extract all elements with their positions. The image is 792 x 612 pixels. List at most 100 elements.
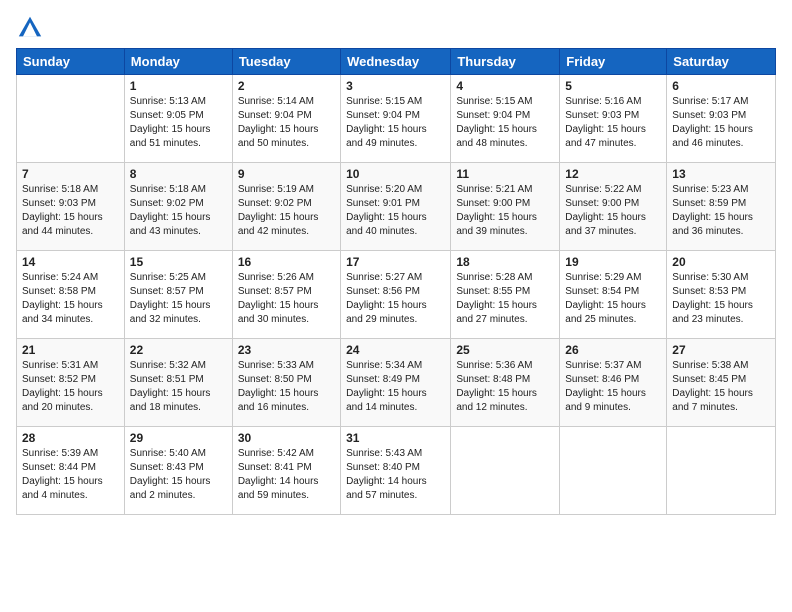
calendar-cell: 12 Sunrise: 5:22 AM Sunset: 9:00 PM Dayli… (560, 163, 667, 251)
calendar-cell (560, 427, 667, 515)
cell-text: Sunrise: 5:32 AM Sunset: 8:51 PM Dayligh… (130, 359, 227, 415)
cell-text: Sunrise: 5:27 AM Sunset: 8:56 PM Dayligh… (346, 271, 445, 327)
header-cell-friday: Friday (560, 49, 667, 75)
cell-text: Sunrise: 5:16 AM Sunset: 9:03 PM Dayligh… (565, 95, 661, 151)
cell-text: Sunrise: 5:28 AM Sunset: 8:55 PM Dayligh… (456, 271, 554, 327)
calendar-cell (667, 427, 776, 515)
calendar-cell: 27Sunrise: 5:38 AM Sunset: 8:45 PM Dayli… (667, 339, 776, 427)
calendar-cell: 26Sunrise: 5:37 AM Sunset: 8:46 PM Dayli… (560, 339, 667, 427)
week-row-1: 1 Sunrise: 5:13 AM Sunset: 9:05 PM Daylig… (17, 75, 776, 163)
day-number: 3 (346, 79, 445, 93)
day-number: 7 (22, 167, 119, 181)
week-row-5: 28 Sunrise: 5:39 AM Sunset: 8:44 PM Dayli… (17, 427, 776, 515)
calendar-cell: 29 Sunrise: 5:40 AM Sunset: 8:43 PM Dayli… (124, 427, 232, 515)
cell-text: Sunrise: 5:36 AM Sunset: 8:48 PM Dayligh… (456, 359, 554, 415)
day-number: 17 (346, 255, 445, 269)
cell-text: Sunrise: 5:20 AM Sunset: 9:01 PM Dayligh… (346, 183, 445, 239)
calendar-cell: 8Sunrise: 5:18 AM Sunset: 9:02 PM Daylig… (124, 163, 232, 251)
cell-text: Sunrise: 5:38 AM Sunset: 8:45 PM Dayligh… (672, 359, 770, 415)
day-number: 20 (672, 255, 770, 269)
day-number: 1 (130, 79, 227, 93)
day-number: 8 (130, 167, 227, 181)
day-number: 2 (238, 79, 335, 93)
day-number: 23 (238, 343, 335, 357)
cell-text: Sunrise: 5:29 AM Sunset: 8:54 PM Dayligh… (565, 271, 661, 327)
calendar-cell: 21 Sunrise: 5:31 AM Sunset: 8:52 PM Dayli… (17, 339, 125, 427)
calendar-cell: 6Sunrise: 5:17 AM Sunset: 9:03 PM Daylig… (667, 75, 776, 163)
header-cell-saturday: Saturday (667, 49, 776, 75)
cell-text: Sunrise: 5:26 AM Sunset: 8:57 PM Dayligh… (238, 271, 335, 327)
calendar-body: 1 Sunrise: 5:13 AM Sunset: 9:05 PM Daylig… (17, 75, 776, 515)
header-cell-thursday: Thursday (451, 49, 560, 75)
cell-text: Sunrise: 5:21 AM Sunset: 9:00 PM Dayligh… (456, 183, 554, 239)
day-number: 24 (346, 343, 445, 357)
day-number: 14 (22, 255, 119, 269)
calendar-cell: 25Sunrise: 5:36 AM Sunset: 8:48 PM Dayli… (451, 339, 560, 427)
calendar-cell: 28 Sunrise: 5:39 AM Sunset: 8:44 PM Dayli… (17, 427, 125, 515)
header-cell-sunday: Sunday (17, 49, 125, 75)
calendar-cell: 20Sunrise: 5:30 AM Sunset: 8:53 PM Dayli… (667, 251, 776, 339)
day-number: 15 (130, 255, 227, 269)
day-number: 11 (456, 167, 554, 181)
day-number: 22 (130, 343, 227, 357)
day-number: 16 (238, 255, 335, 269)
cell-text: Sunrise: 5:15 AM Sunset: 9:04 PM Dayligh… (346, 95, 445, 151)
calendar-cell: 18 Sunrise: 5:28 AM Sunset: 8:55 PM Dayli… (451, 251, 560, 339)
day-number: 18 (456, 255, 554, 269)
cell-text: Sunrise: 5:42 AM Sunset: 8:41 PM Dayligh… (238, 447, 335, 503)
day-number: 28 (22, 431, 119, 445)
cell-text: Sunrise: 5:24 AM Sunset: 8:58 PM Dayligh… (22, 271, 119, 327)
calendar-header: SundayMondayTuesdayWednesdayThursdayFrid… (17, 49, 776, 75)
day-number: 10 (346, 167, 445, 181)
day-number: 13 (672, 167, 770, 181)
cell-text: Sunrise: 5:14 AM Sunset: 9:04 PM Dayligh… (238, 95, 335, 151)
cell-text: Sunrise: 5:33 AM Sunset: 8:50 PM Dayligh… (238, 359, 335, 415)
cell-text: Sunrise: 5:18 AM Sunset: 9:03 PM Dayligh… (22, 183, 119, 239)
calendar-cell: 15Sunrise: 5:25 AM Sunset: 8:57 PM Dayli… (124, 251, 232, 339)
calendar-cell: 30 Sunrise: 5:42 AM Sunset: 8:41 PM Dayli… (232, 427, 340, 515)
cell-text: Sunrise: 5:13 AM Sunset: 9:05 PM Dayligh… (130, 95, 227, 151)
calendar-cell: 31Sunrise: 5:43 AM Sunset: 8:40 PM Dayli… (341, 427, 451, 515)
header-row: SundayMondayTuesdayWednesdayThursdayFrid… (17, 49, 776, 75)
calendar-cell: 17 Sunrise: 5:27 AM Sunset: 8:56 PM Dayli… (341, 251, 451, 339)
calendar-cell: 4Sunrise: 5:15 AM Sunset: 9:04 PM Daylig… (451, 75, 560, 163)
cell-text: Sunrise: 5:37 AM Sunset: 8:46 PM Dayligh… (565, 359, 661, 415)
logo (16, 14, 48, 42)
header-cell-monday: Monday (124, 49, 232, 75)
calendar-cell: 19 Sunrise: 5:29 AM Sunset: 8:54 PM Dayli… (560, 251, 667, 339)
week-row-3: 14 Sunrise: 5:24 AM Sunset: 8:58 PM Dayli… (17, 251, 776, 339)
cell-text: Sunrise: 5:40 AM Sunset: 8:43 PM Dayligh… (130, 447, 227, 503)
day-number: 12 (565, 167, 661, 181)
day-number: 21 (22, 343, 119, 357)
calendar-cell: 13Sunrise: 5:23 AM Sunset: 8:59 PM Dayli… (667, 163, 776, 251)
week-row-4: 21 Sunrise: 5:31 AM Sunset: 8:52 PM Dayli… (17, 339, 776, 427)
cell-text: Sunrise: 5:34 AM Sunset: 8:49 PM Dayligh… (346, 359, 445, 415)
week-row-2: 7 Sunrise: 5:18 AM Sunset: 9:03 PM Daylig… (17, 163, 776, 251)
calendar-cell (17, 75, 125, 163)
calendar-cell: 23 Sunrise: 5:33 AM Sunset: 8:50 PM Dayli… (232, 339, 340, 427)
calendar-cell: 3 Sunrise: 5:15 AM Sunset: 9:04 PM Daylig… (341, 75, 451, 163)
calendar-cell: 10 Sunrise: 5:20 AM Sunset: 9:01 PM Dayli… (341, 163, 451, 251)
calendar-cell: 1 Sunrise: 5:13 AM Sunset: 9:05 PM Daylig… (124, 75, 232, 163)
page: SundayMondayTuesdayWednesdayThursdayFrid… (0, 0, 792, 612)
cell-text: Sunrise: 5:43 AM Sunset: 8:40 PM Dayligh… (346, 447, 445, 503)
calendar-cell: 7 Sunrise: 5:18 AM Sunset: 9:03 PM Daylig… (17, 163, 125, 251)
calendar-cell (451, 427, 560, 515)
cell-text: Sunrise: 5:39 AM Sunset: 8:44 PM Dayligh… (22, 447, 119, 503)
cell-text: Sunrise: 5:22 AM Sunset: 9:00 PM Dayligh… (565, 183, 661, 239)
day-number: 5 (565, 79, 661, 93)
cell-text: Sunrise: 5:19 AM Sunset: 9:02 PM Dayligh… (238, 183, 335, 239)
calendar-cell: 2 Sunrise: 5:14 AM Sunset: 9:04 PM Daylig… (232, 75, 340, 163)
calendar-cell: 22 Sunrise: 5:32 AM Sunset: 8:51 PM Dayli… (124, 339, 232, 427)
calendar-table: SundayMondayTuesdayWednesdayThursdayFrid… (16, 48, 776, 515)
header (16, 10, 776, 42)
calendar-cell: 11 Sunrise: 5:21 AM Sunset: 9:00 PM Dayli… (451, 163, 560, 251)
logo-icon (16, 14, 44, 42)
cell-text: Sunrise: 5:31 AM Sunset: 8:52 PM Dayligh… (22, 359, 119, 415)
day-number: 30 (238, 431, 335, 445)
day-number: 19 (565, 255, 661, 269)
day-number: 4 (456, 79, 554, 93)
header-cell-tuesday: Tuesday (232, 49, 340, 75)
calendar-cell: 5 Sunrise: 5:16 AM Sunset: 9:03 PM Daylig… (560, 75, 667, 163)
day-number: 29 (130, 431, 227, 445)
